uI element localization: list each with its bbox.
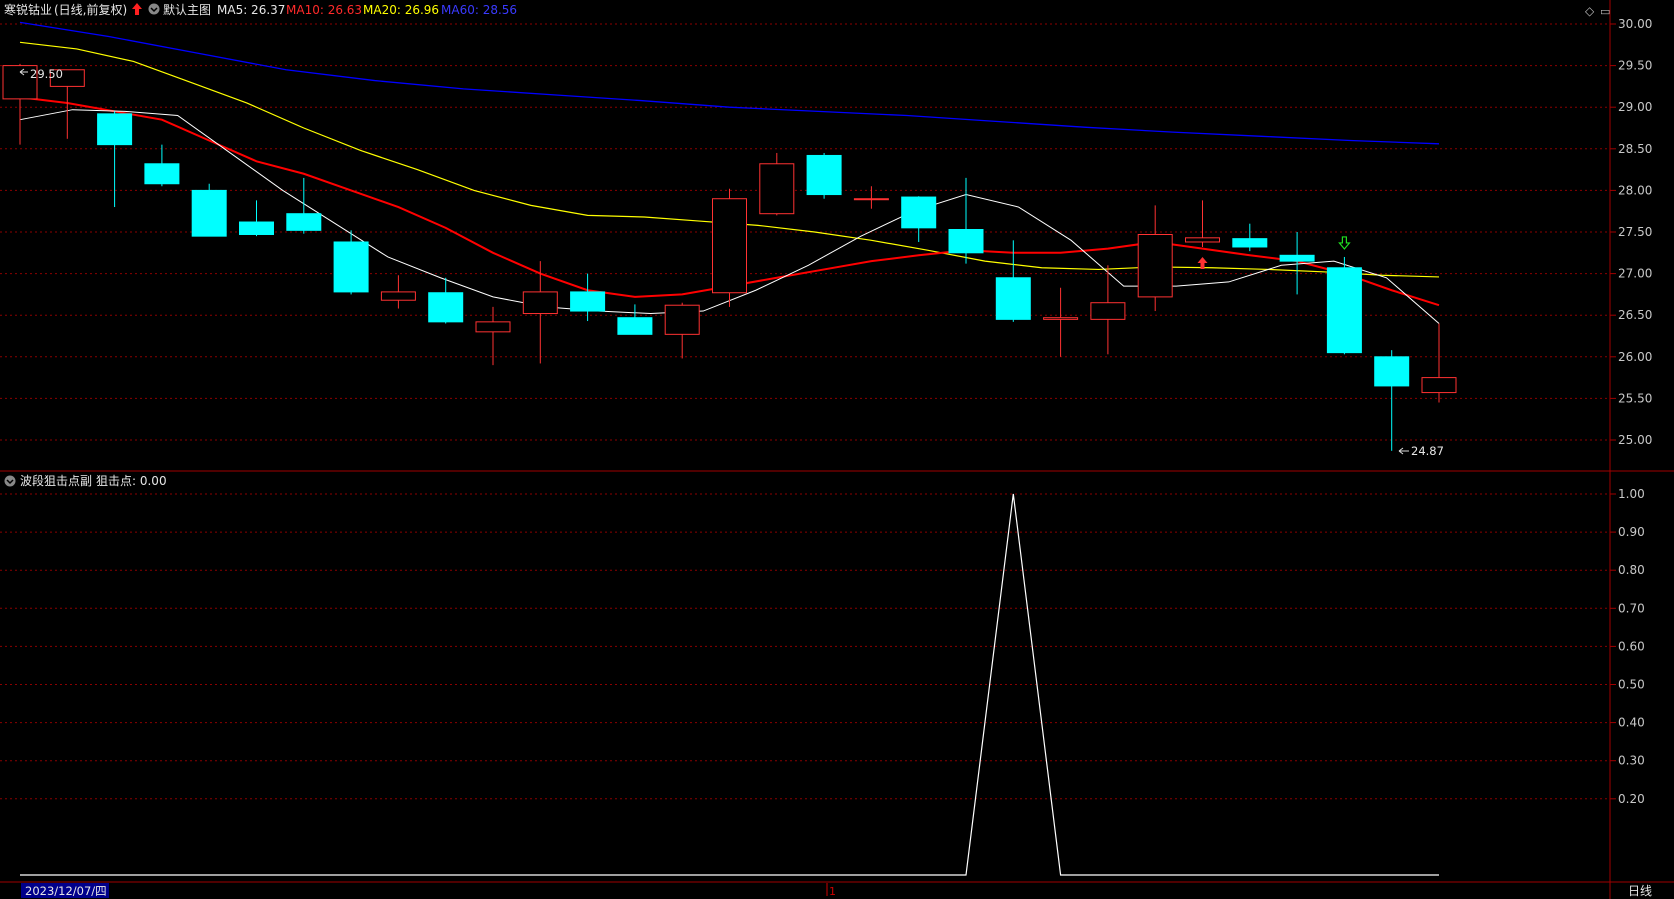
- candle-body-up: [1421, 377, 1457, 394]
- template-dropdown-icon[interactable]: [148, 3, 160, 15]
- candle-body-down: [1232, 238, 1268, 248]
- candle-body-down: [617, 317, 653, 335]
- stock-name: 寒锐钴业: [4, 2, 52, 17]
- candle-body-up: [522, 291, 558, 315]
- candle-body-down: [995, 277, 1031, 320]
- candle-body-up: [1090, 302, 1126, 320]
- sub-indicator-value: 狙击点: 0.00: [96, 474, 167, 488]
- chart-canvas[interactable]: 30.00 29.50 29.00 28.50 28.00 27.50 27.00 26.50…: [0, 0, 1674, 899]
- candle-body-down: [286, 213, 322, 231]
- sub-tick-label: 0.50: [1618, 678, 1645, 692]
- sub-tick-label: 0.80: [1618, 563, 1645, 577]
- candle-body-down: [1326, 267, 1362, 354]
- candle-body-down: [191, 189, 227, 237]
- candle-body-down: [144, 163, 180, 185]
- candle-body-down: [948, 229, 984, 254]
- date-marker: 1: [829, 885, 836, 898]
- candle-body-up: [1185, 237, 1220, 243]
- sub-tick-label: 0.20: [1618, 792, 1645, 806]
- price-tick-label: 25.50: [1618, 391, 1652, 405]
- sub-tick-label: 0.40: [1618, 716, 1645, 730]
- candle-body-down: [1374, 356, 1410, 387]
- candle-body-up: [1043, 317, 1079, 320]
- price-tick-label: 30.00: [1618, 17, 1652, 31]
- candle-body-down: [333, 241, 369, 293]
- sub-dropdown-icon[interactable]: [4, 475, 16, 487]
- period-label: (日线,前复权): [54, 2, 127, 17]
- sub-tick-label: 1.00: [1618, 487, 1645, 501]
- candle-body-down: [239, 221, 274, 235]
- candle[interactable]: [806, 152, 842, 199]
- candle-body-up: [380, 291, 416, 301]
- sub-axis-labels: 1.00 0.90 0.80 0.70 0.60 0.50 0.40 0.30 0.20: [1618, 487, 1645, 806]
- diamond-icon[interactable]: ◇: [1585, 4, 1595, 18]
- sub-indicator-name[interactable]: 波段狙击点副: [20, 473, 92, 488]
- sub-tick-label: 0.90: [1618, 525, 1645, 539]
- candle-body-down: [901, 196, 937, 229]
- sub-tick-label: 0.70: [1618, 601, 1645, 615]
- candle[interactable]: [191, 183, 227, 237]
- candle-body-down: [1279, 254, 1315, 262]
- ma5-value: MA5: 26.37: [217, 3, 285, 17]
- candle-body-up: [712, 198, 747, 294]
- candle-body-down: [570, 291, 606, 312]
- template-name[interactable]: 默认主图: [163, 2, 211, 17]
- price-tick-label: 29.00: [1618, 100, 1652, 114]
- svg-text:24.87: 24.87: [1411, 444, 1444, 458]
- candle[interactable]: [712, 188, 747, 307]
- price-tick-label: 27.00: [1618, 267, 1652, 281]
- date-label: 2023/12/07/四: [25, 884, 107, 898]
- price-tick-label: 28.00: [1618, 183, 1652, 197]
- price-tick-label: 27.50: [1618, 225, 1652, 239]
- candle-body-down: [428, 292, 464, 323]
- main-header: 寒锐钴业 (日线,前复权) 默认主图 MA5: 26.37 MA10: 26.6…: [4, 2, 517, 17]
- price-tick-label: 26.50: [1618, 308, 1652, 322]
- menu-icon[interactable]: ▭: [1600, 5, 1610, 18]
- candle-body-up: [1137, 233, 1173, 298]
- price-tick-label: 28.50: [1618, 142, 1652, 156]
- candle-body-up: [664, 304, 700, 335]
- sub-tick-label: 0.30: [1618, 754, 1645, 768]
- candle-body-up: [759, 163, 795, 215]
- price-tick-label: 29.50: [1618, 59, 1652, 73]
- price-tick-label: 25.00: [1618, 433, 1652, 447]
- candle-body-up: [853, 198, 889, 201]
- candle[interactable]: [1326, 256, 1362, 355]
- candle-body-up: [475, 321, 511, 333]
- candle-body-down: [806, 154, 842, 196]
- price-tick-label: 26.00: [1618, 350, 1652, 364]
- ma60-value: MA60: 28.56: [441, 3, 517, 17]
- ma20-value: MA20: 26.96: [363, 3, 439, 17]
- ma10-value: MA10: 26.63: [286, 3, 362, 17]
- svg-text:29.50: 29.50: [30, 67, 63, 81]
- stock-chart-window: 30.00 29.50 29.00 28.50 28.00 27.50 27.00 26.50…: [0, 0, 1674, 899]
- period-button[interactable]: 日线: [1628, 884, 1652, 898]
- sub-header: 波段狙击点副 狙击点: 0.00: [4, 473, 167, 488]
- sub-tick-label: 0.60: [1618, 639, 1645, 653]
- candle-body-down: [97, 113, 133, 146]
